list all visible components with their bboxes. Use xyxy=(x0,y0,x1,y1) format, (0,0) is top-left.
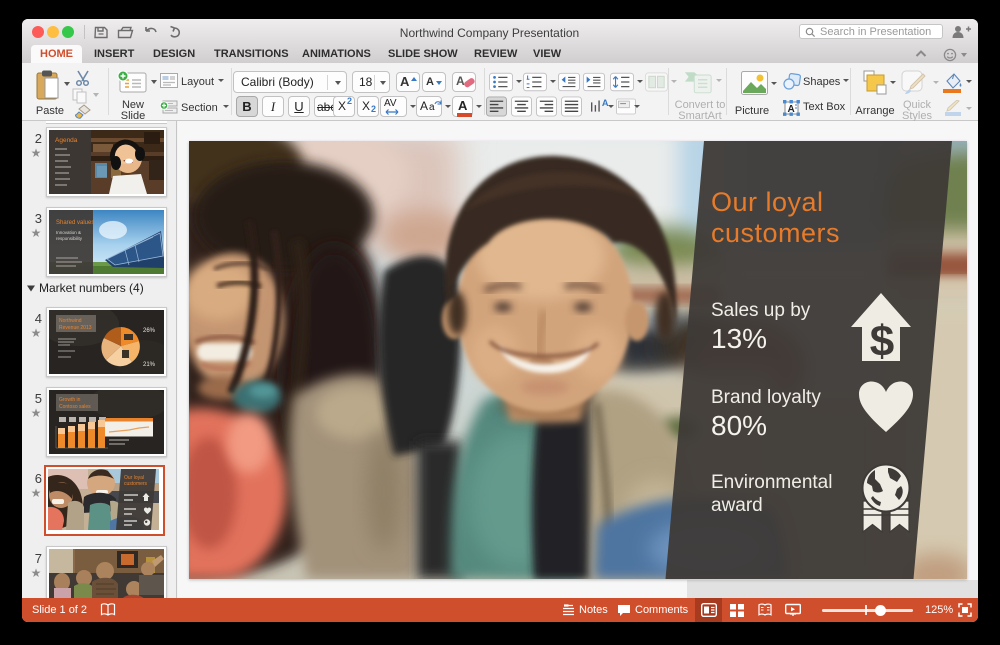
svg-text:21%: 21% xyxy=(143,362,156,368)
svg-text:Shared values: Shared values xyxy=(56,220,94,226)
svg-text:Revenue 2013: Revenue 2013 xyxy=(59,325,92,331)
svg-text:Growth in: Growth in xyxy=(59,397,81,403)
svg-text:Agenda: Agenda xyxy=(55,137,78,144)
svg-text:Contoso sales: Contoso sales xyxy=(59,404,91,410)
svg-text:responsibility: responsibility xyxy=(56,236,83,241)
svg-text:customers: customers xyxy=(124,481,148,487)
svg-text:Northwind: Northwind xyxy=(59,318,82,324)
svg-text:Innovation &: Innovation & xyxy=(56,230,81,235)
svg-text:26%: 26% xyxy=(143,328,156,334)
